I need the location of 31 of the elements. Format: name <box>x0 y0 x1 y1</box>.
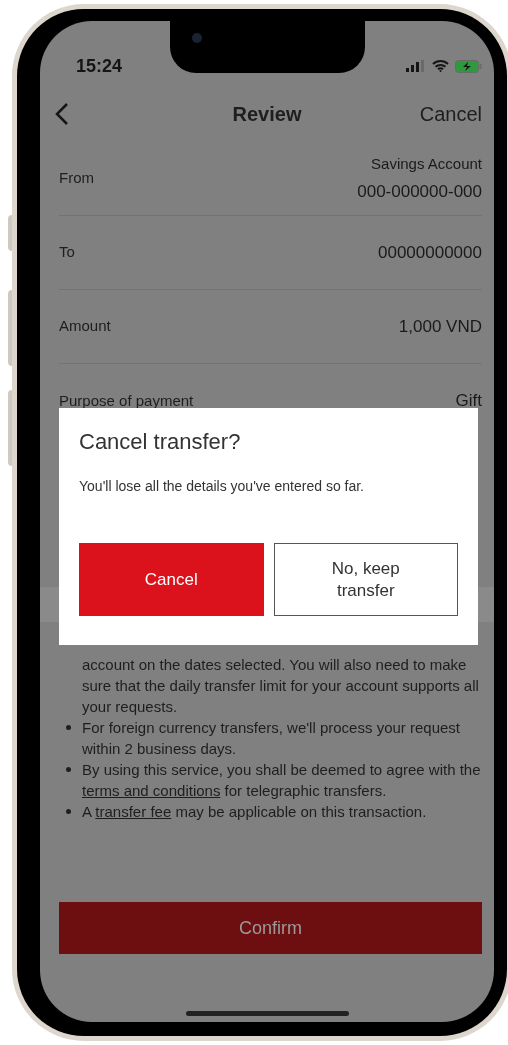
detail-label: Amount <box>59 316 111 337</box>
bullet-icon <box>66 725 71 730</box>
cancel-link[interactable]: Cancel <box>419 99 482 129</box>
bullet-icon <box>66 809 71 814</box>
note-text: For foreign currency transfers, we'll process your request within 2 business days. <box>82 718 461 759</box>
wifi-icon <box>432 60 449 72</box>
signal-icon <box>406 60 426 72</box>
note-text: A transfer fee may be applicable on this transaction. <box>82 802 427 822</box>
dialog-message: You'll lose all the details you've entered so far. <box>79 477 365 496</box>
camera-icon <box>192 33 202 43</box>
back-chevron-icon <box>55 102 69 126</box>
detail-value: Gift <box>455 390 482 413</box>
battery-charging-icon <box>455 59 482 73</box>
dialog-title: Cancel transfer? <box>79 428 242 456</box>
bullet-icon <box>66 767 71 772</box>
note-text: By using this service, you shall be deemed to agree with the terms and conditions for telegraphic transfers. <box>82 760 482 801</box>
detail-label: Purpose of payment <box>59 390 194 411</box>
detail-label: To <box>59 242 75 263</box>
keep-transfer-button[interactable]: No, keep transfer <box>273 543 458 616</box>
detail-value: 00000000000 <box>378 241 482 264</box>
detail-value: Savings Account <box>371 153 482 174</box>
text-link[interactable]: transfer fee <box>95 803 172 820</box>
text-link[interactable]: terms and conditions <box>82 782 221 799</box>
cancel-transfer-button[interactable]: Cancel <box>79 543 264 616</box>
screen-title: Review <box>232 102 302 127</box>
status-time: 15:24 <box>76 56 123 76</box>
note-text: account on the dates selected. You will also need to make sure that the daily transfer limit for your account supports all your requests. <box>82 655 480 717</box>
detail-label: From <box>59 168 94 189</box>
confirm-button[interactable]: Confirm <box>59 902 482 954</box>
detail-value: 1,000 VND <box>398 315 482 338</box>
detail-value: 000-000000-000 <box>357 181 482 203</box>
